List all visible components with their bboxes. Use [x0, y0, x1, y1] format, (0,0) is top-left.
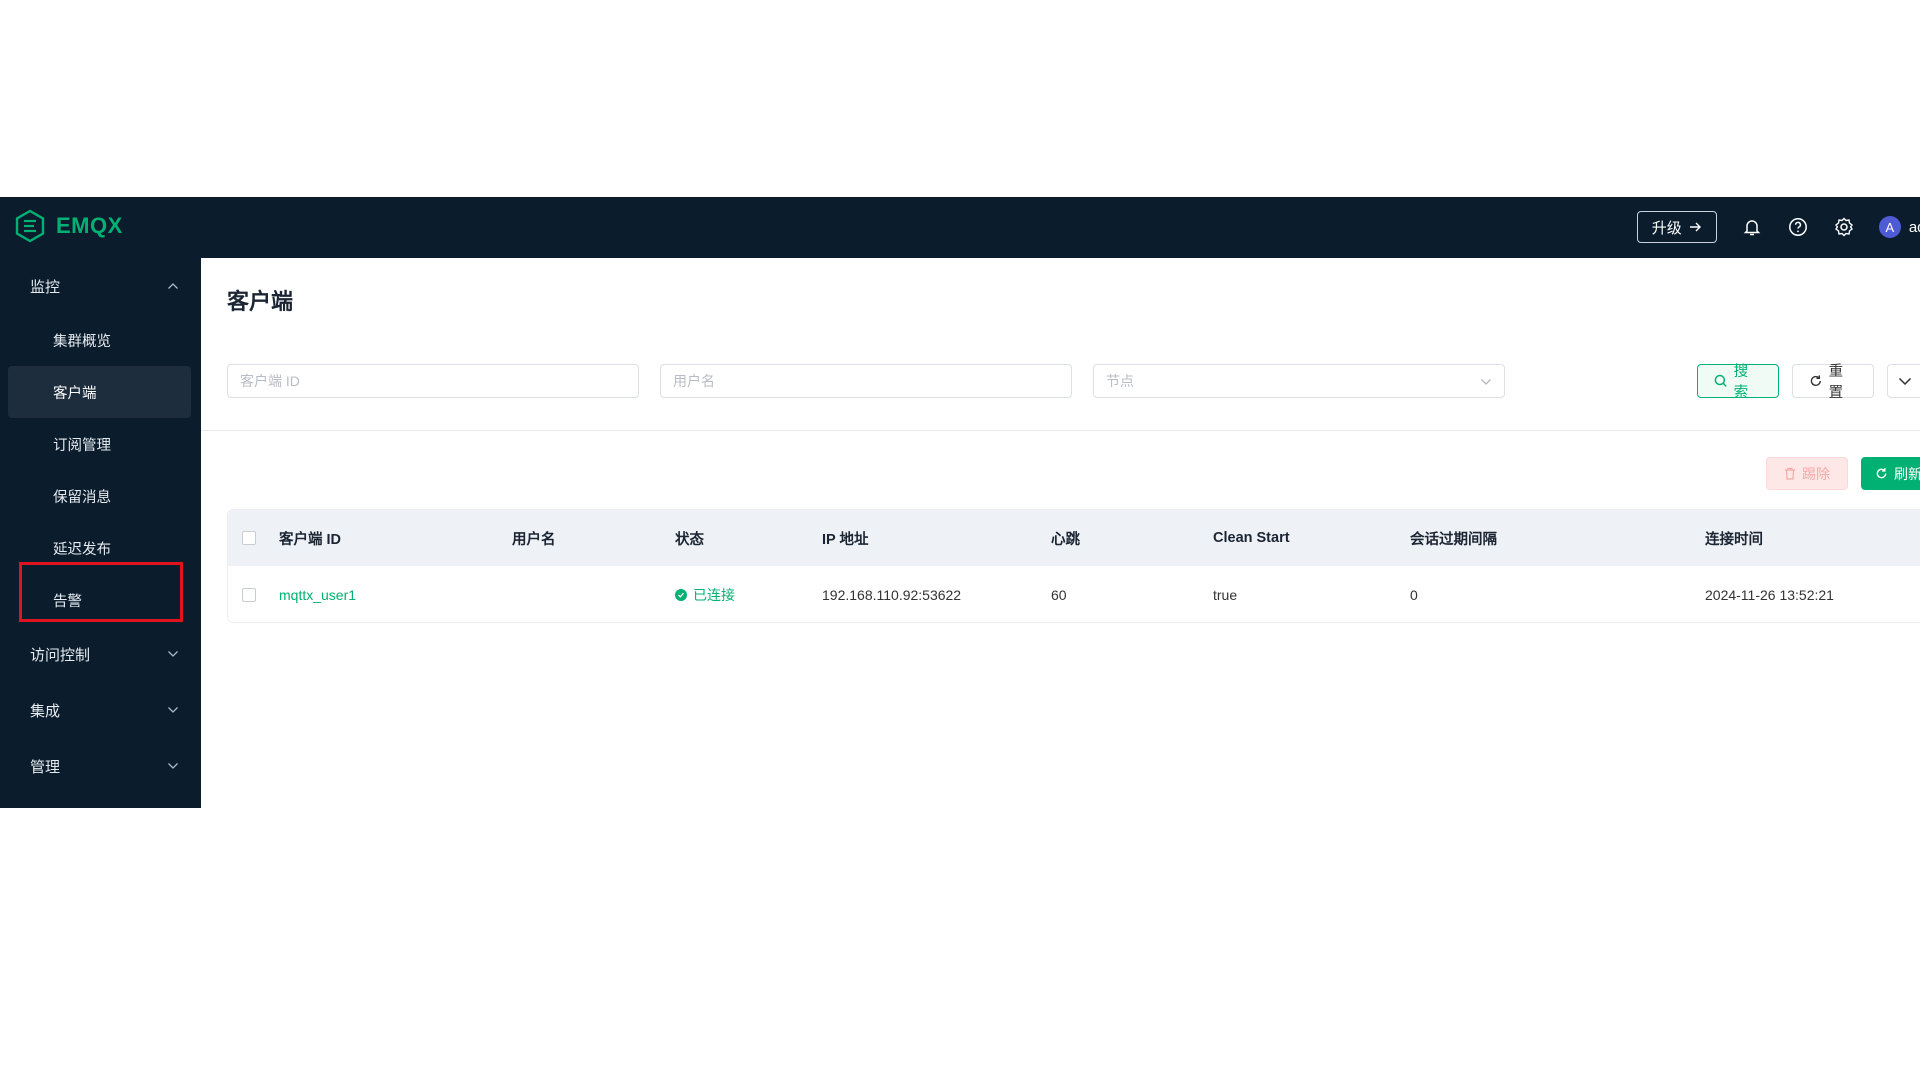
- sidebar-group-label: 集成: [30, 702, 61, 720]
- table-row: mqttx_user1 已连接 192.168.110.92:53622 60 …: [228, 566, 1920, 622]
- clean-start-cell: true: [1213, 586, 1238, 603]
- search-label: 搜索: [1733, 364, 1749, 401]
- sidebar-item-label: 保留消息: [53, 489, 111, 506]
- app-window: EMQX 升级 A a 监控 集群概览 客户端 订阅管理 保留消息 延迟发布 告…: [0, 197, 1920, 808]
- sidebar-group-management[interactable]: 管理: [0, 738, 201, 794]
- username-filter[interactable]: [660, 364, 1072, 398]
- search-button[interactable]: 搜索: [1697, 364, 1779, 401]
- sidebar-item-alarms[interactable]: 告警: [0, 574, 201, 626]
- sidebar-item-delayed-publish[interactable]: 延迟发布: [0, 522, 201, 574]
- client-id-link[interactable]: mqttx_user1: [279, 566, 356, 622]
- upgrade-label: 升级: [1651, 219, 1682, 237]
- clients-table: 客户端 ID 用户名 状态 IP 地址 心跳 Clean Start 会话过期间…: [227, 509, 1920, 623]
- table-header: 客户端 ID 用户名 状态 IP 地址 心跳 Clean Start 会话过期间…: [228, 510, 1920, 566]
- header-actions: 升级 A a: [1636, 209, 1920, 245]
- keepalive-cell: 60: [1051, 586, 1067, 603]
- chevron-down-icon: [1898, 377, 1912, 385]
- sidebar-item-cluster-overview[interactable]: 集群概览: [0, 314, 201, 366]
- expiry-cell: 0: [1410, 586, 1418, 603]
- refresh-icon: [1810, 375, 1821, 387]
- column-header-keepalive[interactable]: 心跳: [1051, 510, 1080, 566]
- sidebar-group-label: 管理: [30, 758, 61, 776]
- help-icon: [1788, 218, 1807, 236]
- row-select-cell: [242, 566, 256, 622]
- arrow-right-icon: [1689, 222, 1701, 232]
- sidebar-item-label: 订阅管理: [53, 437, 111, 454]
- user-menu[interactable]: A adm: [1878, 216, 1920, 238]
- column-header-ip[interactable]: IP 地址: [822, 510, 868, 566]
- divider: [201, 430, 1920, 431]
- sidebar-group-access-control[interactable]: 访问控制: [0, 626, 201, 682]
- chevron-down-icon: [168, 707, 178, 713]
- sidebar-item-retained-messages[interactable]: 保留消息: [0, 470, 201, 522]
- row-checkbox[interactable]: [242, 587, 256, 602]
- page-title: 客户端: [227, 289, 294, 314]
- avatar: A: [1878, 216, 1901, 238]
- sidebar-group-label: 访问控制: [30, 646, 91, 664]
- column-header-username[interactable]: 用户名: [512, 510, 556, 566]
- sidebar-group-label: 监控: [30, 278, 61, 296]
- chevron-up-icon: [168, 283, 178, 289]
- sidebar: 监控 集群概览 客户端 订阅管理 保留消息 延迟发布 告警 访问控制 集成 管理: [0, 258, 201, 808]
- bell-icon: [1743, 220, 1761, 236]
- column-header-connected-at[interactable]: 连接时间: [1705, 510, 1763, 566]
- settings-button[interactable]: [1833, 216, 1855, 238]
- brand-name: EMQX: [56, 213, 123, 238]
- ip-cell: 192.168.110.92:53622: [822, 586, 962, 603]
- select-all-checkbox[interactable]: [242, 531, 256, 545]
- column-header-status[interactable]: 状态: [675, 510, 704, 566]
- sidebar-item-label: 告警: [53, 593, 82, 610]
- upgrade-button[interactable]: 升级: [1636, 211, 1717, 243]
- user-name: adm: [1908, 218, 1920, 236]
- node-input[interactable]: [1104, 372, 1494, 390]
- chevron-down-icon: [168, 763, 178, 769]
- reset-button[interactable]: 重置: [1792, 364, 1874, 401]
- sidebar-item-label: 延迟发布: [53, 541, 111, 558]
- column-header-client-id[interactable]: 客户端 ID: [279, 510, 341, 566]
- chevron-down-icon: [1481, 379, 1491, 385]
- client-id-filter[interactable]: [227, 364, 639, 398]
- help-button[interactable]: [1787, 216, 1809, 238]
- reset-label: 重置: [1828, 364, 1844, 401]
- status-cell: 已连接: [675, 566, 735, 622]
- refresh-label: 刷新: [1894, 465, 1920, 482]
- logo[interactable]: EMQX: [14, 209, 123, 243]
- kick-out-label: 踢除: [1802, 465, 1830, 482]
- refresh-icon: [1876, 468, 1887, 479]
- notification-button[interactable]: [1741, 216, 1763, 238]
- client-id-input[interactable]: [238, 372, 628, 390]
- status-badge: 已连接: [675, 585, 735, 605]
- column-header-clean-start[interactable]: Clean Start: [1213, 510, 1290, 566]
- trash-icon: [1785, 467, 1795, 480]
- connected-at-cell: 2024-11-26 13:52:21: [1705, 586, 1834, 603]
- column-header-expiry[interactable]: 会话过期间隔: [1410, 510, 1497, 566]
- status-label: 已连接: [693, 586, 735, 603]
- node-select[interactable]: [1093, 364, 1505, 398]
- chevron-down-icon: [168, 651, 178, 657]
- check-circle-icon: [675, 588, 687, 601]
- search-icon: [1714, 374, 1727, 387]
- settings-icon: [1834, 217, 1853, 237]
- sidebar-item-label: 客户端: [53, 385, 97, 402]
- main-content: 客户端 搜索 重置: [201, 258, 1920, 808]
- username-input[interactable]: [671, 372, 1061, 390]
- select-all-cell: [242, 510, 256, 566]
- sidebar-item-subscriptions[interactable]: 订阅管理: [0, 418, 201, 470]
- emqx-logo-icon: [15, 209, 45, 243]
- kick-out-button[interactable]: 踢除: [1766, 457, 1848, 490]
- top-bar: EMQX 升级 A a: [0, 197, 1920, 258]
- sidebar-group-monitor[interactable]: 监控: [0, 258, 201, 314]
- sidebar-group-integration[interactable]: 集成: [0, 682, 201, 738]
- refresh-button[interactable]: 刷新: [1861, 457, 1920, 490]
- sidebar-item-label: 集群概览: [53, 333, 111, 350]
- expand-filters-button[interactable]: [1887, 364, 1920, 398]
- sidebar-item-clients[interactable]: 客户端: [8, 366, 191, 418]
